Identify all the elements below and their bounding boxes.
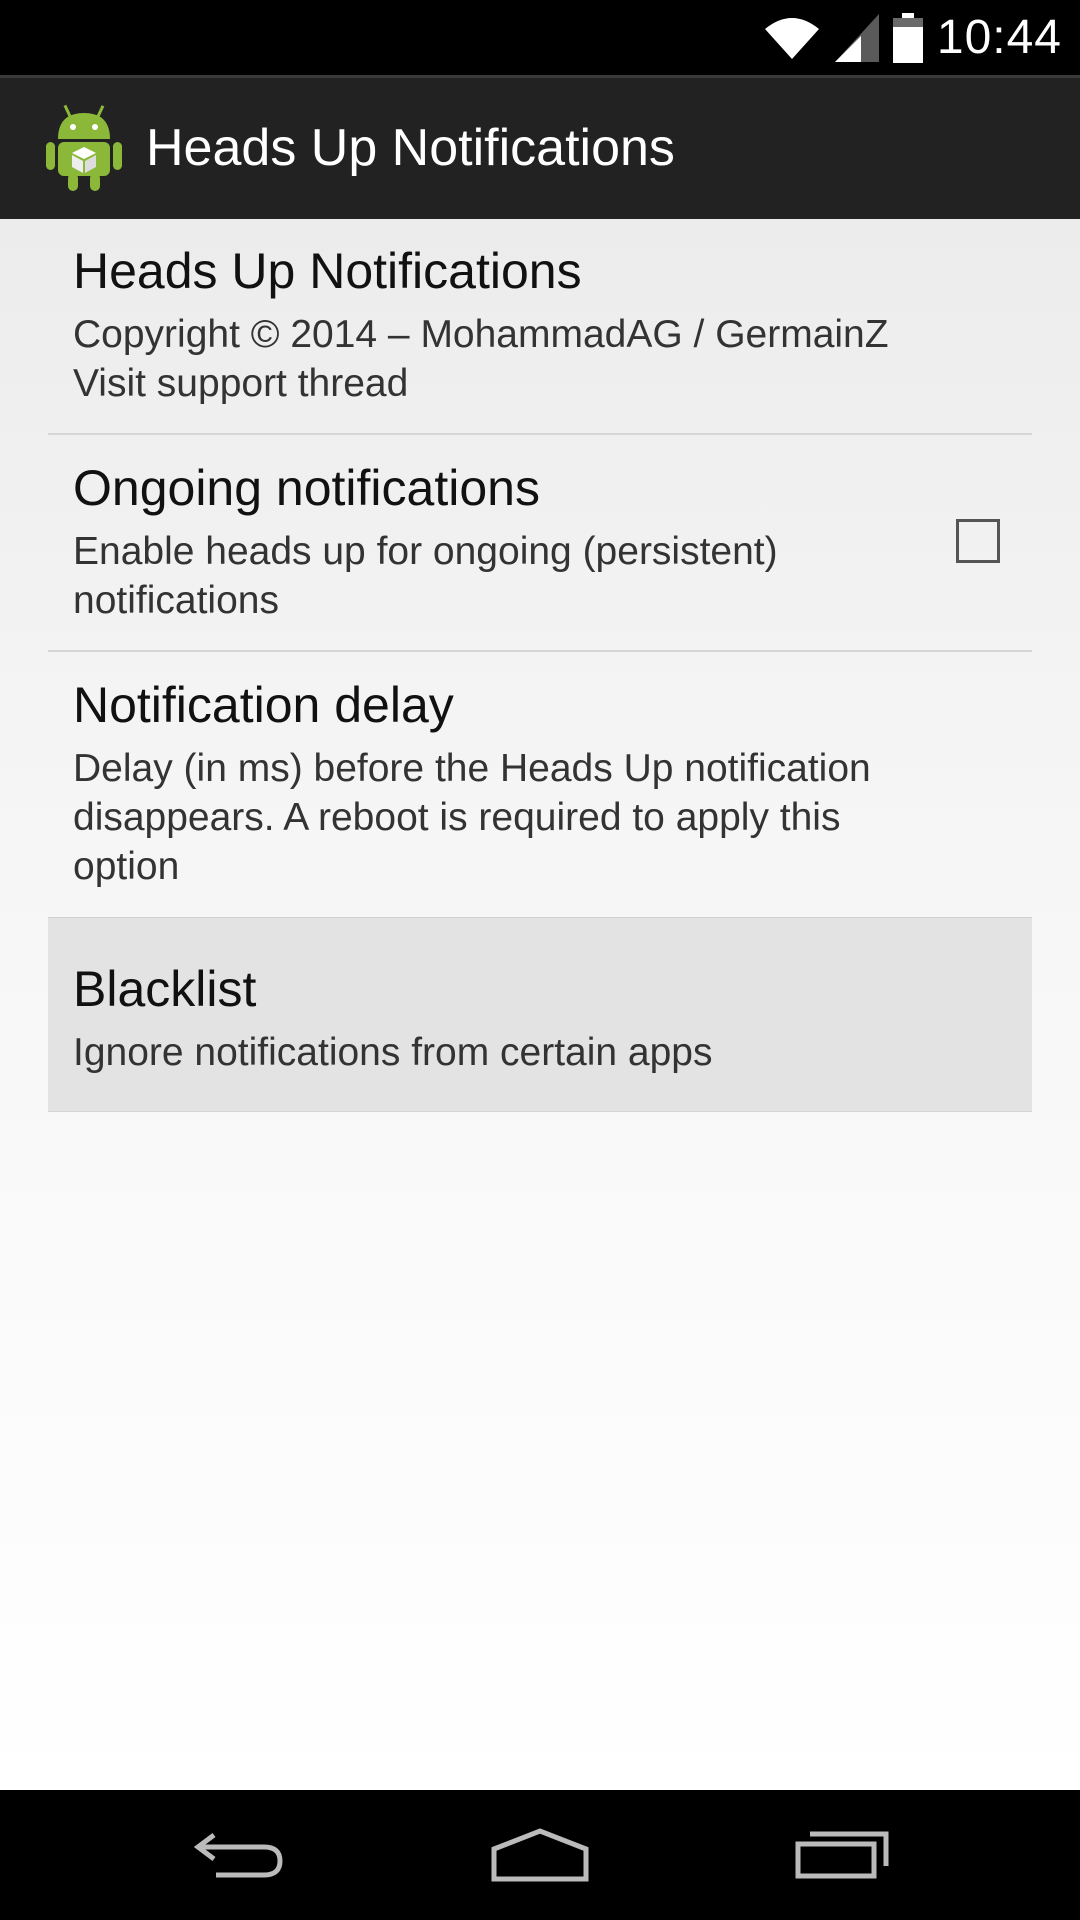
ongoing-notifications-checkbox[interactable] [956,519,1000,563]
pref-about-title: Heads Up Notifications [73,243,582,299]
pref-blacklist-summary: Ignore notifications from certain apps [73,1031,713,1074]
pref-ongoing-summary-line-2: notifications [73,579,279,622]
recent-apps-icon [795,1831,889,1879]
pref-about[interactable]: Heads Up Notifications Copyright © 2014 … [48,242,1032,432]
back-button[interactable] [140,1790,340,1920]
recent-apps-button[interactable] [742,1790,942,1920]
divider [48,650,1032,652]
signal-icon [834,13,879,62]
status-time: 10:44 [936,11,1062,64]
pref-blacklist[interactable]: Blacklist Ignore notifications from cert… [48,917,1032,1112]
action-bar: Heads Up Notifications [0,75,1080,219]
back-icon [193,1833,283,1878]
divider [48,433,1032,435]
home-icon [491,1828,589,1882]
pref-about-summary-line-2: Visit support thread [73,362,409,405]
pref-notification-delay[interactable]: Notification delay Delay (in ms) before … [48,676,1032,916]
home-button[interactable] [440,1790,640,1920]
app-title: Heads Up Notifications [146,119,675,177]
battery-icon [892,12,923,63]
pref-blacklist-title: Blacklist [73,961,257,1017]
android-app-icon [46,104,122,191]
pref-delay-title: Notification delay [73,677,454,733]
pref-delay-summary-line-3: option [73,845,180,888]
pref-about-summary-line-1: Copyright © 2014 – MohammadAG / GermainZ [73,313,889,356]
pref-ongoing-title: Ongoing notifications [73,460,540,516]
status-bar: 10:44 [0,0,1080,75]
wifi-icon [764,17,819,59]
pref-delay-summary-line-2: disappears. A reboot is required to appl… [73,796,841,839]
pref-ongoing-notifications[interactable]: Ongoing notifications Enable heads up fo… [48,459,1032,649]
pref-delay-summary-line-1: Delay (in ms) before the Heads Up notifi… [73,747,871,790]
pref-ongoing-summary-line-1: Enable heads up for ongoing (persistent) [73,530,778,573]
navigation-bar [0,1790,1080,1920]
